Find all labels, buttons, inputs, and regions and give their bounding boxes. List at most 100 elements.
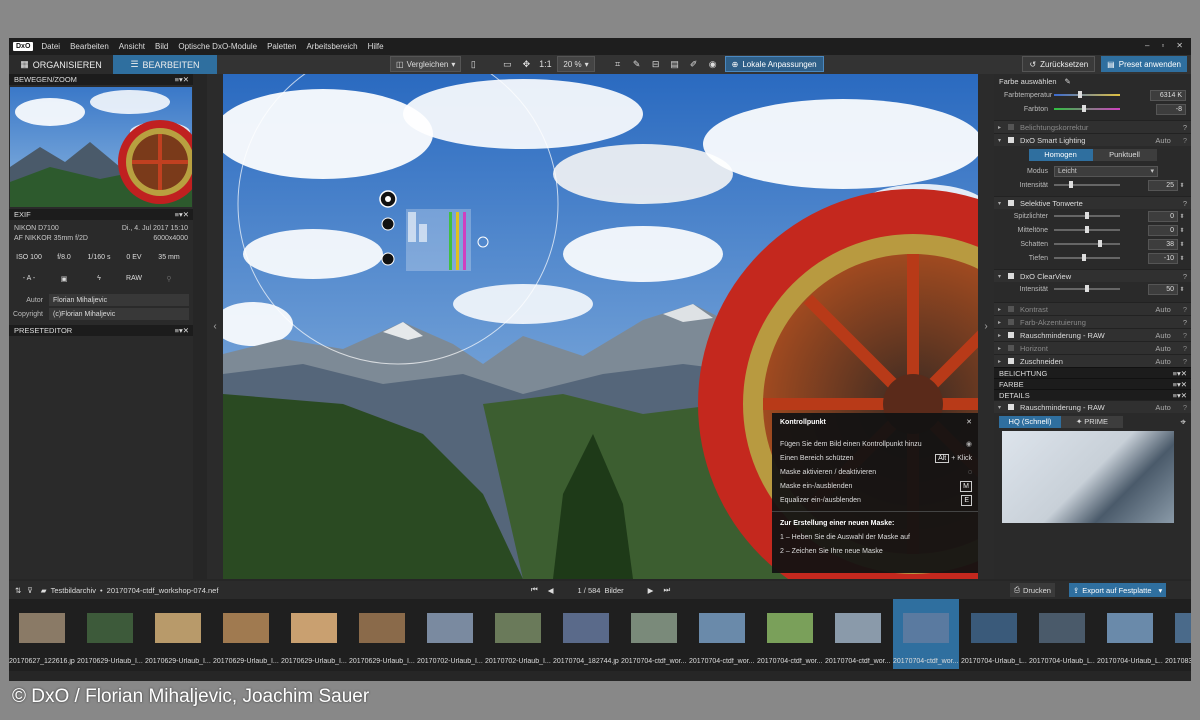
- panel-menu-icon[interactable]: ≡▾✕: [175, 326, 189, 335]
- path-root[interactable]: Testbildarchiv: [51, 586, 96, 595]
- reset-button[interactable]: ↺ Zurücksetzen: [1022, 56, 1096, 72]
- filmstrip-thumbnail[interactable]: 20170627_122616.jpg: [9, 599, 75, 669]
- spinner-icon[interactable]: ⬍: [1178, 255, 1186, 262]
- section-noise-raw-details[interactable]: ▾ Rauschminderung - RAW Auto?: [994, 400, 1191, 413]
- homogen-button[interactable]: Homogen: [1028, 149, 1093, 161]
- menu-ansicht[interactable]: Ansicht: [119, 42, 145, 51]
- toggle-off-icon[interactable]: [1008, 319, 1014, 325]
- section-exposure[interactable]: ▸ Belichtungskorrektur ?: [994, 120, 1191, 133]
- apply-preset-button[interactable]: ▤ Preset anwenden: [1101, 56, 1187, 72]
- modus-select[interactable]: Leicht ▾: [1054, 165, 1158, 177]
- filmstrip-thumbnail[interactable]: 2017083...: [1165, 599, 1191, 669]
- right-collapse-handle[interactable]: ›: [978, 74, 994, 579]
- left-collapse-handle[interactable]: ‹: [207, 74, 223, 579]
- filmstrip-thumbnail[interactable]: 20170629-Urlaub_I...: [349, 599, 415, 669]
- filmstrip-thumbnail[interactable]: 20170704-Urlaub_L...: [1097, 599, 1163, 669]
- section-noise-raw[interactable]: ▸ Rauschminderung - RAW Auto?: [994, 328, 1191, 341]
- section-color-accent[interactable]: ▸ Farb-Akzentuierung ?: [994, 315, 1191, 328]
- help-icon[interactable]: ?: [1183, 318, 1187, 327]
- toggle-on-icon[interactable]: [1008, 358, 1014, 364]
- filter-icon[interactable]: ⊽: [27, 586, 33, 595]
- eyedropper-icon[interactable]: ✎: [630, 57, 644, 71]
- help-icon[interactable]: ?: [1183, 344, 1187, 353]
- section-smart-lighting[interactable]: ▾ DxO Smart Lighting Auto ?: [994, 133, 1191, 146]
- panel-menu-icon[interactable]: ≡▾✕: [1173, 391, 1187, 400]
- tint-input[interactable]: -8: [1156, 103, 1186, 115]
- punktuell-button[interactable]: Punktuell: [1092, 149, 1157, 161]
- clearview-intensity-input[interactable]: 50: [1148, 283, 1178, 295]
- intensity-input[interactable]: 25: [1148, 179, 1178, 191]
- midtones-slider[interactable]: [1054, 226, 1120, 233]
- highlights-input[interactable]: 0: [1148, 210, 1178, 222]
- intensity-slider[interactable]: [1054, 181, 1120, 188]
- section-clearview[interactable]: ▾ DxO ClearView ?: [994, 269, 1191, 282]
- maximize-button[interactable]: ▫: [1161, 41, 1164, 50]
- next-image-icon[interactable]: ▶: [648, 586, 654, 595]
- auto-label[interactable]: Auto: [1155, 344, 1170, 353]
- sort-icon[interactable]: ⇅: [15, 586, 21, 595]
- author-input[interactable]: Florian Mihaljevic: [49, 294, 189, 306]
- loupe-target-icon[interactable]: ⌖: [1180, 417, 1186, 428]
- shadows-slider[interactable]: [1054, 240, 1120, 247]
- toggle-on-icon[interactable]: [1008, 273, 1014, 279]
- split-view-icon[interactable]: ▯: [466, 57, 480, 71]
- menu-bild[interactable]: Bild: [155, 42, 168, 51]
- move-icon[interactable]: ✥: [519, 57, 533, 71]
- menu-bearbeiten[interactable]: Bearbeiten: [70, 42, 109, 51]
- chevron-down-icon[interactable]: ▾: [1159, 586, 1163, 595]
- navigator-preview[interactable]: [10, 87, 192, 207]
- palette-details-header[interactable]: DETAILS ≡▾✕: [994, 389, 1191, 400]
- midtones-input[interactable]: 0: [1148, 224, 1178, 236]
- temperature-slider[interactable]: [1054, 91, 1120, 98]
- help-icon[interactable]: ?: [1183, 305, 1187, 314]
- section-contrast[interactable]: ▸ Kontrast Auto?: [994, 302, 1191, 315]
- auto-label[interactable]: Auto: [1155, 305, 1170, 314]
- eyedropper-icon[interactable]: ✎: [1065, 77, 1071, 86]
- filmstrip-thumbnail[interactable]: 20170704-ctdf_wor...: [825, 599, 891, 669]
- help-icon[interactable]: ?: [1183, 272, 1187, 281]
- help-icon[interactable]: ?: [1183, 331, 1187, 340]
- prime-button[interactable]: ✦ PRIME: [1061, 416, 1123, 428]
- slider-knob[interactable]: [1081, 254, 1086, 261]
- menu-paletten[interactable]: Paletten: [267, 42, 296, 51]
- toggle-off-icon[interactable]: [1008, 345, 1014, 351]
- filmstrip-thumbnail[interactable]: 20170704-ctdf_wor...: [689, 599, 755, 669]
- auto-label[interactable]: Auto: [1155, 136, 1170, 145]
- slider-knob[interactable]: [1085, 285, 1089, 292]
- last-image-icon[interactable]: ⏭: [663, 585, 670, 595]
- auto-label[interactable]: Auto: [1155, 403, 1170, 412]
- spinner-icon[interactable]: ⬍: [1178, 286, 1186, 293]
- panel-menu-icon[interactable]: ≡▾✕: [1173, 380, 1187, 389]
- section-crop[interactable]: ▸ Zuschneiden Auto?: [994, 354, 1191, 367]
- filmstrip-thumbnail[interactable]: 20170704_182744.jpg: [553, 599, 619, 669]
- filmstrip-thumbnail[interactable]: 20170629-Urlaub_I...: [281, 599, 347, 669]
- eye-icon[interactable]: ◉: [706, 57, 720, 71]
- path-file[interactable]: 20170704-ctdf_workshop-074.nef: [107, 586, 219, 595]
- temperature-input[interactable]: 6314 K: [1150, 89, 1186, 101]
- filmstrip-thumbnail[interactable]: 20170704-Urlaub_L...: [961, 599, 1027, 669]
- highlights-slider[interactable]: [1054, 212, 1120, 219]
- hq-button[interactable]: HQ (Schnell): [999, 416, 1061, 428]
- filmstrip-thumbnail[interactable]: 20170704-ctdf_wor...: [893, 599, 959, 669]
- compare-button[interactable]: ◫ Vergleichen ▾: [390, 56, 462, 72]
- local-adjustments-button[interactable]: ⊕ Lokale Anpassungen: [724, 56, 824, 72]
- toggle-on-icon[interactable]: [1008, 200, 1014, 206]
- perspective-icon[interactable]: ▤: [668, 57, 682, 71]
- slider-knob[interactable]: [1085, 212, 1089, 219]
- slider-knob[interactable]: [1068, 181, 1073, 188]
- auto-label[interactable]: Auto: [1155, 357, 1170, 366]
- close-button[interactable]: ✕: [1176, 41, 1183, 50]
- zoom-select[interactable]: 20 % ▾: [557, 56, 595, 72]
- shadows-input[interactable]: 38: [1148, 238, 1178, 250]
- menu-arbeitsbereich[interactable]: Arbeitsbereich: [306, 42, 357, 51]
- zoom-100-button[interactable]: 1:1: [538, 57, 552, 71]
- spinner-icon[interactable]: ⬍: [1178, 227, 1186, 234]
- filmstrip-thumbnail[interactable]: 20170629-Urlaub_I...: [145, 599, 211, 669]
- toggle-off-icon[interactable]: [1008, 306, 1014, 312]
- filmstrip-thumbnail[interactable]: 20170702-Urlaub_I...: [417, 599, 483, 669]
- spinner-icon[interactable]: ⬍: [1178, 182, 1186, 189]
- section-horizon[interactable]: ▸ Horizont Auto?: [994, 341, 1191, 354]
- panel-menu-icon[interactable]: ≡▾✕: [175, 210, 189, 219]
- filmstrip-thumbnail[interactable]: 20170704-ctdf_wor...: [757, 599, 823, 669]
- menu-optische-module[interactable]: Optische DxO-Module: [178, 42, 257, 51]
